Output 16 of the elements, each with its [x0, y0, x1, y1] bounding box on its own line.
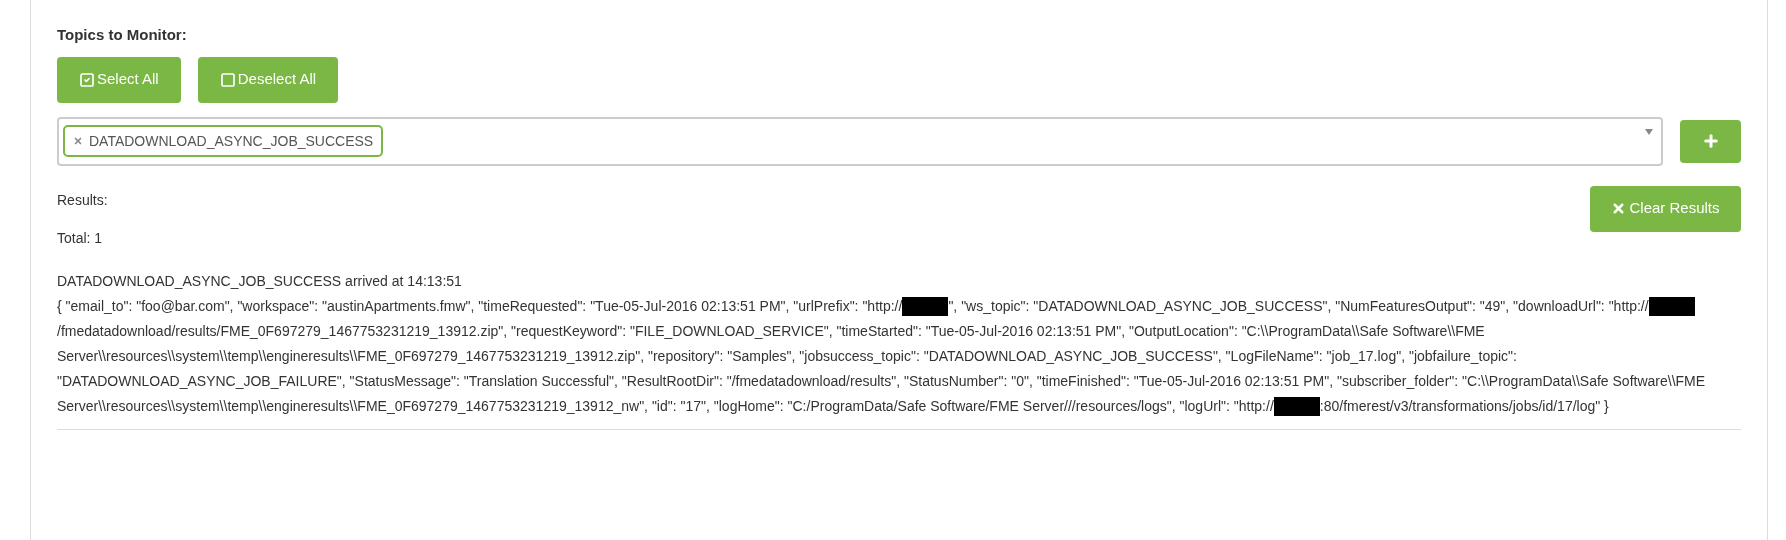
square-icon [219, 71, 236, 88]
topic-select[interactable]: DATADOWNLOAD_ASYNC_JOB_SUCCESS [57, 116, 1663, 166]
section-label: Topics to Monitor: [57, 25, 188, 45]
message-body: { "email_to": "foo@bar.com", "workspace": "austinApartments.fmw", "timeRequested": "Tue-05-Jul-2016 02:13:51 PM", "urlPrefix": "http:// ", "ws_topic": "DATADOWNLOAD_ASYNC_JOB_SUCCESS", "NumFeaturesOutput": "49", "downloadUrl": "http:// /fmedatadownload/results/FME_0F697279_1467753231219_13912.zip", "requestKeyword": "FILE_DOWNLOAD_SERVICE", "timeStarted": "Tue-05-Jul-2016 02:13:51 PM", "OutputLocation": "C:\\ProgramData\\Safe Software\\FME Server\\resources\\system\\temp\\engineresults\\FME_0F697279_1467753231219_13912.zip", "repository": "Samples", "jobsuccess_topic": "DATADOWNLOAD_ASYNC_JOB_SUCCESS", "LogFileName": "job_17.log", "jobfailure_topic": "DATADOWNLOAD_ASYNC_JOB_FAILURE", "StatusMessage": "Translation Successful", "ResultRootDir": "/fmedatadownload/results", "StatusNumber": "0", "timeFinished": "Tue-05-Jul-2016 02:13:51 PM", "subscriber_folder": "C:\\ProgramData\\Safe Software\\FME Server\\resources\\system\\temp\\engineresults\\FME_0F697279_1467753231219_13912_nw", "id": "17", "logHome": "C:/ProgramData/Safe Software/FME Server///resources/logs", "logUrl": "http:// :80/fmerest/v3/transformations/jobs/id/17/log" } [57, 293, 1721, 419]
plus-icon [1701, 132, 1720, 150]
message-heading: DATADOWNLOAD_ASYNC_JOB_SUCCESS arrived at 14:13:51 [57, 271, 463, 291]
total-count: Total: 1 [57, 228, 104, 248]
select-all-button[interactable]: Select All [57, 56, 181, 103]
results-label: Results: [57, 190, 108, 210]
deselect-all-button[interactable]: Deselect All [197, 56, 339, 103]
checkbox-icon [79, 71, 95, 88]
remove-icon[interactable] [73, 136, 83, 146]
topic-tag[interactable]: DATADOWNLOAD_ASYNC_JOB_SUCCESS [63, 125, 384, 157]
add-button[interactable] [1680, 119, 1741, 163]
clear-results-button[interactable]: Clear Results [1590, 185, 1741, 232]
dropdown-icon[interactable] [1645, 128, 1653, 135]
